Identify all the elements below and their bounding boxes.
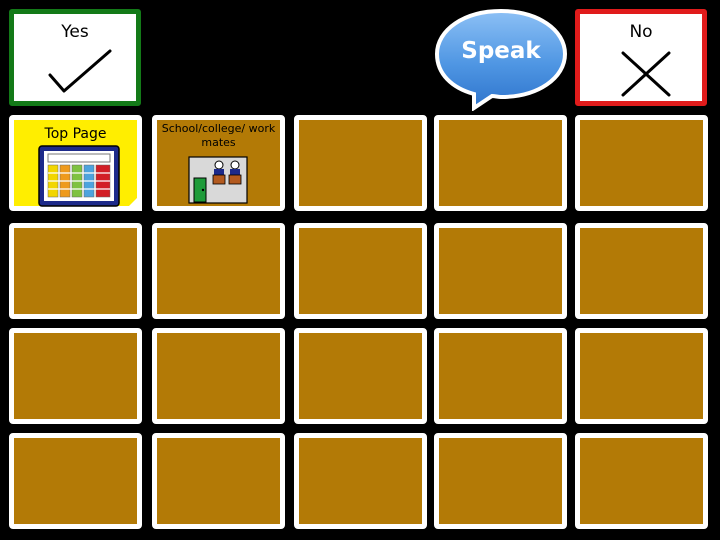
top-page-button[interactable]: Top Page: [9, 115, 142, 211]
cell-label: School/college/ work mates: [161, 122, 276, 149]
empty-cell[interactable]: [152, 223, 285, 319]
empty-cell[interactable]: [152, 328, 285, 424]
empty-cell[interactable]: [575, 433, 708, 529]
empty-cell[interactable]: [575, 223, 708, 319]
empty-cell[interactable]: [434, 433, 567, 529]
cell-label: Top Page: [44, 126, 107, 142]
empty-cell[interactable]: [575, 115, 708, 211]
empty-cell[interactable]: [294, 328, 427, 424]
empty-cell[interactable]: [294, 433, 427, 529]
empty-cell[interactable]: [434, 328, 567, 424]
empty-cell[interactable]: [434, 223, 567, 319]
empty-cell[interactable]: [294, 223, 427, 319]
classroom-icon: [188, 156, 248, 204]
symbol-grid: Top Page School/college/ work mates: [0, 0, 720, 540]
empty-cell[interactable]: [9, 223, 142, 319]
empty-cell[interactable]: [9, 328, 142, 424]
grid-page-icon: [38, 145, 120, 207]
school-college-workmates-button[interactable]: School/college/ work mates: [152, 115, 285, 211]
empty-cell[interactable]: [434, 115, 567, 211]
empty-cell[interactable]: [9, 433, 142, 529]
empty-cell[interactable]: [152, 433, 285, 529]
page-fold: [124, 193, 142, 211]
empty-cell[interactable]: [294, 115, 427, 211]
empty-cell[interactable]: [575, 328, 708, 424]
